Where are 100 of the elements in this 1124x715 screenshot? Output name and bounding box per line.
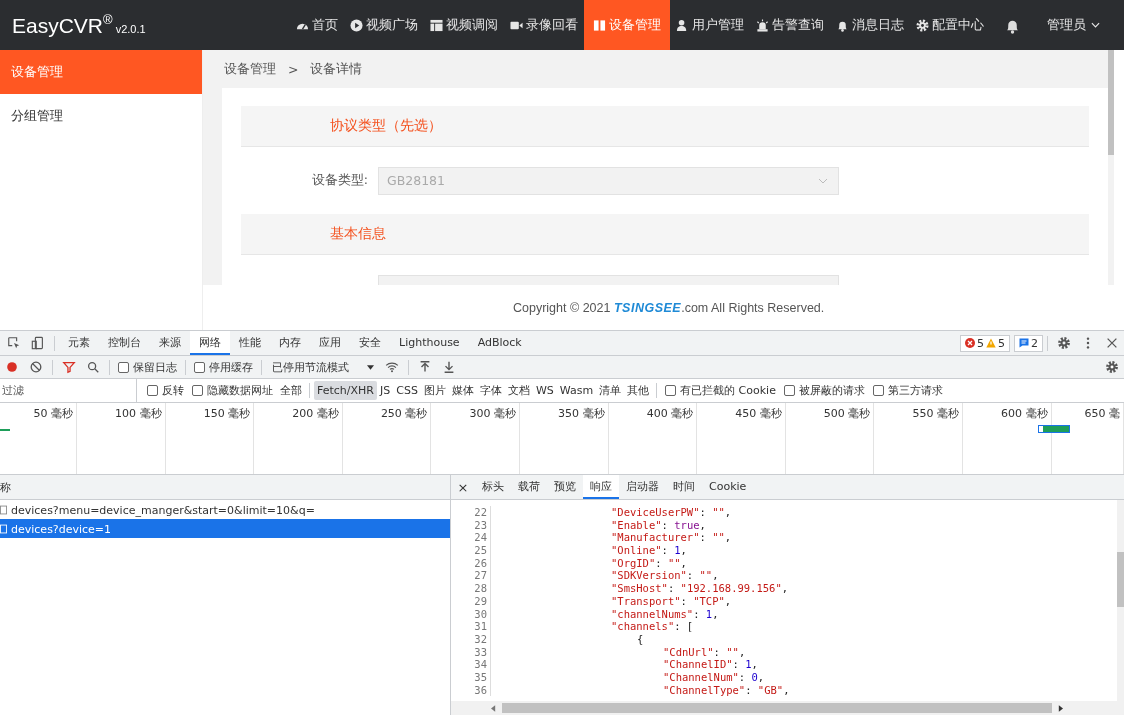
checkbox[interactable] [192, 385, 203, 396]
type-filter-button[interactable]: 媒体 [448, 380, 477, 401]
type-filter-button[interactable]: 清单 [596, 380, 625, 401]
type-filter-button[interactable]: 图片 [420, 380, 449, 401]
scrollbar[interactable] [1108, 50, 1114, 285]
detail-tab[interactable]: 响应 [583, 475, 619, 499]
book-icon [593, 18, 606, 32]
devtools-tab[interactable]: 控制台 [99, 331, 150, 355]
code-line: "ChannelID": 1, [662, 658, 758, 671]
nav-tab[interactable]: 首页 [290, 0, 344, 50]
detail-tab[interactable]: 时间 [666, 475, 702, 499]
breadcrumb-separator: > [288, 61, 299, 77]
sidebar-item[interactable]: 分组管理 [0, 94, 202, 138]
issues-counter[interactable]: 5 5 [960, 334, 1010, 352]
scrollbar[interactable] [1117, 500, 1124, 701]
type-filter-button[interactable]: 文档 [504, 380, 533, 401]
detail-tab[interactable]: 预览 [547, 475, 583, 499]
devtools-tab[interactable]: 应用 [310, 331, 350, 355]
search-icon[interactable] [86, 360, 100, 374]
warning-icon [986, 338, 996, 348]
line-number: 34 [451, 658, 491, 671]
type-filter-button[interactable]: 全部 [277, 380, 305, 401]
close-button[interactable]: × [451, 479, 475, 495]
time-tick-label: 200 毫秒 [292, 407, 339, 420]
nav-tab[interactable]: 用户管理 [670, 0, 750, 50]
devtools-tab[interactable]: 安全 [350, 331, 390, 355]
devtools-tab[interactable]: 来源 [150, 331, 190, 355]
breadcrumb-current: 设备详情 [310, 60, 363, 78]
nav-tab[interactable]: 配置中心 [910, 0, 990, 50]
download-icon[interactable] [442, 360, 456, 374]
checkbox[interactable] [118, 361, 129, 373]
scroll-right-icon[interactable] [1058, 704, 1063, 712]
detail-tab[interactable]: 载荷 [511, 475, 547, 499]
nav-tab[interactable]: 告警查询 [750, 0, 830, 50]
throttling-dropdown[interactable]: 已停用节流模式 [266, 359, 380, 375]
inspect-icon[interactable] [7, 336, 21, 350]
type-filter-button[interactable]: JS [377, 381, 394, 400]
type-filter-button[interactable]: 其他 [624, 380, 653, 401]
devtools-tab[interactable]: AdBlock [468, 331, 531, 355]
code-line: "channels": [ [610, 620, 694, 633]
messages-counter[interactable]: 2 [1014, 334, 1043, 352]
nav-tab[interactable]: 视频调阅 [424, 0, 504, 50]
line-number: 32 [451, 632, 491, 646]
message-icon [1019, 338, 1029, 348]
detail-tab[interactable]: 启动器 [619, 475, 666, 499]
type-filter-button[interactable]: Fetch/XHR [314, 381, 377, 400]
devtools-tab[interactable]: 内存 [270, 331, 310, 355]
line-number: 25 [451, 544, 491, 557]
detail-tab[interactable]: Cookie [702, 475, 754, 499]
nav-tab[interactable]: 视频广场 [344, 0, 424, 50]
nav-tab[interactable]: 录像回看 [504, 0, 584, 50]
checkbox[interactable] [147, 385, 158, 396]
record-icon[interactable] [5, 360, 19, 374]
horizontal-scrollbar[interactable] [451, 701, 1124, 715]
checkbox[interactable] [665, 385, 677, 396]
detail-tab[interactable]: 标头 [475, 475, 511, 499]
time-tick-label: 150 毫秒 [203, 407, 251, 420]
devtools-tab[interactable]: 元素 [59, 331, 99, 355]
checkbox[interactable] [194, 361, 205, 373]
checkbox[interactable] [783, 385, 795, 396]
clear-icon[interactable] [29, 360, 43, 374]
line-number: 36 [451, 683, 491, 697]
column-header[interactable]: 称 [0, 475, 450, 500]
code-line: "OrgID": "", [610, 556, 687, 570]
settings-icon [916, 18, 929, 32]
close-icon[interactable] [1105, 336, 1119, 350]
type-filter-button[interactable]: CSS [393, 381, 421, 400]
device-toolbar-icon[interactable] [31, 336, 45, 350]
request-row[interactable]: devices?menu=device_manger&start=0&limit=10&q= [0, 500, 450, 519]
upload-icon[interactable] [418, 360, 432, 374]
request-row[interactable]: devices?device=1 [0, 519, 450, 538]
code-line: "Online": 1, [610, 544, 687, 557]
checkbox-label: 保留日志 [133, 359, 177, 375]
settings-icon[interactable] [1105, 360, 1119, 374]
time-tick-label: 650 毫 [1084, 407, 1120, 420]
warning-count: 5 [998, 336, 1005, 350]
time-tick-label: 100 毫秒 [115, 407, 162, 420]
type-filter-button[interactable]: Wasm [556, 381, 597, 400]
layout-icon [430, 18, 443, 32]
time-tick-label: 50 毫秒 [33, 407, 73, 420]
chevron-down-icon [818, 177, 828, 184]
filter-field[interactable]: 过滤 [0, 379, 137, 402]
checkbox[interactable] [872, 385, 884, 396]
app-logo: EasyCVR$^{®}$ v2.0.1 [11, 12, 146, 38]
play-icon [350, 18, 363, 32]
breadcrumb-link[interactable]: 设备管理 [224, 60, 276, 78]
type-filter-button[interactable]: WS [532, 381, 557, 400]
devtools-tab[interactable]: 性能 [230, 331, 270, 355]
devtools-tab[interactable]: 网络 [190, 331, 230, 355]
user-menu[interactable]: 管理员 [1039, 16, 1124, 34]
wifi-icon[interactable] [385, 360, 399, 374]
type-filter-button[interactable]: 字体 [476, 380, 505, 401]
nav-tab[interactable]: 消息日志 [830, 0, 910, 50]
time-tick-label: 450 毫秒 [735, 407, 782, 420]
timing-bar [1038, 425, 1070, 433]
filter-icon[interactable] [62, 360, 76, 374]
caret-icon [367, 364, 374, 370]
scroll-left-icon[interactable] [491, 704, 496, 712]
settings-icon[interactable] [1057, 336, 1071, 350]
devtools-tab[interactable]: Lighthouse [390, 331, 469, 355]
